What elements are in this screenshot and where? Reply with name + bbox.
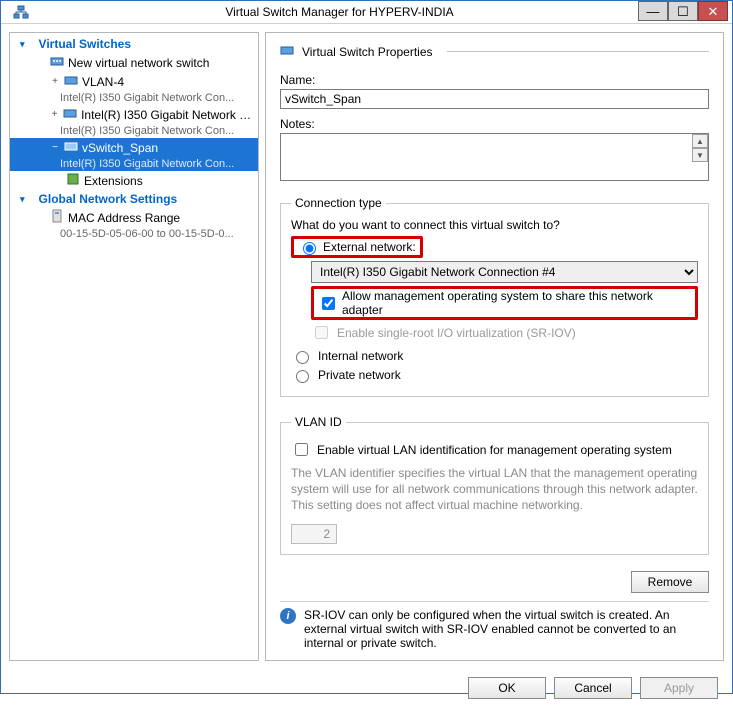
notes-label: Notes: (280, 117, 709, 131)
dialog-footer: OK Cancel Apply (1, 669, 732, 711)
radio-external-network[interactable] (303, 242, 316, 255)
properties-pane: Virtual Switch Properties Name: Notes: ▲… (265, 32, 724, 661)
connection-type-prompt: What do you want to connect this virtual… (291, 218, 698, 232)
tree-section-global-settings[interactable]: Global Network Settings (10, 190, 258, 208)
tree-switch-vlan4-sub: Intel(R) I350 Gigabit Network Con... (10, 91, 258, 105)
remove-button[interactable]: Remove (631, 571, 709, 593)
scroll-up-icon[interactable]: ▲ (692, 134, 708, 148)
tree-mac-range-sub: 00-15-5D-05-06-00 to 00-15-5D-0... (10, 227, 258, 241)
radio-internal-network[interactable] (296, 351, 309, 364)
checkbox-enable-vlan[interactable] (295, 443, 308, 456)
properties-header: Virtual Switch Properties (302, 45, 433, 59)
checkbox-sriov (315, 326, 328, 339)
tree-item-label: Extensions (84, 174, 143, 188)
tree-switch-vspan-sub: Intel(R) I350 Gigabit Network Con... (10, 157, 258, 171)
tree-mac-range[interactable]: MAC Address Range (10, 208, 258, 227)
tree-extensions[interactable]: Extensions (10, 171, 258, 190)
divider (280, 601, 709, 602)
connection-type-group: Connection type What do you want to conn… (280, 196, 709, 397)
radio-internal-label: Internal network (318, 349, 403, 363)
window-title: Virtual Switch Manager for HYPERV-INDIA (41, 5, 638, 19)
highlight-allow-mgmt: Allow management operating system to sha… (311, 286, 698, 320)
tree-item-label: New virtual network switch (68, 56, 209, 70)
notes-textarea[interactable] (280, 133, 709, 181)
tree-section-virtual-switches[interactable]: Virtual Switches (10, 35, 258, 53)
tree-item-label: vSwitch_Span (82, 141, 158, 155)
info-icon: i (280, 608, 296, 624)
vlan-id-legend: VLAN ID (291, 415, 346, 429)
tree-switch-intel-sub: Intel(R) I350 Gigabit Network Con... (10, 124, 258, 138)
mac-range-icon (50, 209, 64, 226)
checkbox-sriov-label: Enable single-root I/O virtualization (S… (337, 326, 576, 340)
sriov-info-text: SR-IOV can only be configured when the v… (304, 608, 709, 650)
radio-private-label: Private network (318, 368, 401, 382)
titlebar: Virtual Switch Manager for HYPERV-INDIA … (1, 1, 732, 24)
tree-new-virtual-switch[interactable]: New virtual network switch (10, 53, 258, 72)
collapse-icon[interactable]: − (50, 142, 60, 153)
left-tree-pane: Virtual Switches New virtual network swi… (9, 32, 259, 661)
network-switch-icon (63, 106, 77, 123)
highlight-external-option: External network: (291, 236, 423, 258)
network-switch-icon (50, 54, 64, 71)
scroll-down-icon[interactable]: ▼ (692, 148, 708, 162)
apply-button: Apply (640, 677, 718, 699)
checkbox-allow-mgmt-label: Allow management operating system to sha… (342, 289, 691, 317)
cancel-button[interactable]: Cancel (554, 677, 632, 699)
checkbox-enable-vlan-label: Enable virtual LAN identification for ma… (317, 443, 672, 457)
vlan-help-text: The VLAN identifier specifies the virtua… (291, 465, 698, 514)
connection-type-legend: Connection type (291, 196, 386, 210)
vlan-id-group: VLAN ID Enable virtual LAN identificatio… (280, 415, 709, 555)
maximize-button[interactable]: ☐ (668, 1, 698, 21)
radio-external-label: External network: (323, 240, 416, 254)
ok-button[interactable]: OK (468, 677, 546, 699)
network-switch-icon (64, 73, 78, 90)
external-adapter-select[interactable]: Intel(R) I350 Gigabit Network Connection… (311, 261, 698, 283)
tree-item-label: VLAN-4 (82, 75, 124, 89)
extensions-icon (66, 172, 80, 189)
tree-switch-vlan4[interactable]: + VLAN-4 (10, 72, 258, 91)
tree-switch-intel[interactable]: + Intel(R) I350 Gigabit Network Con... (10, 105, 258, 124)
vlan-id-input (291, 524, 337, 544)
notes-scrollbar[interactable]: ▲▼ (692, 134, 708, 162)
minimize-button[interactable]: — (638, 1, 668, 21)
close-button[interactable]: ✕ (698, 1, 728, 21)
radio-private-network[interactable] (296, 370, 309, 383)
expand-icon[interactable]: + (50, 76, 60, 87)
name-label: Name: (280, 73, 709, 87)
network-switch-icon (280, 43, 294, 60)
tree-switch-vspan[interactable]: − vSwitch_Span (10, 138, 258, 157)
checkbox-allow-mgmt-os[interactable] (322, 297, 335, 310)
tree-item-label: MAC Address Range (68, 211, 180, 225)
network-switch-icon (64, 139, 78, 156)
app-icon (1, 4, 41, 20)
switch-name-input[interactable] (280, 89, 709, 109)
tree-item-label: Intel(R) I350 Gigabit Network Con... (81, 108, 254, 122)
expand-icon[interactable]: + (50, 109, 59, 120)
divider (447, 51, 710, 52)
